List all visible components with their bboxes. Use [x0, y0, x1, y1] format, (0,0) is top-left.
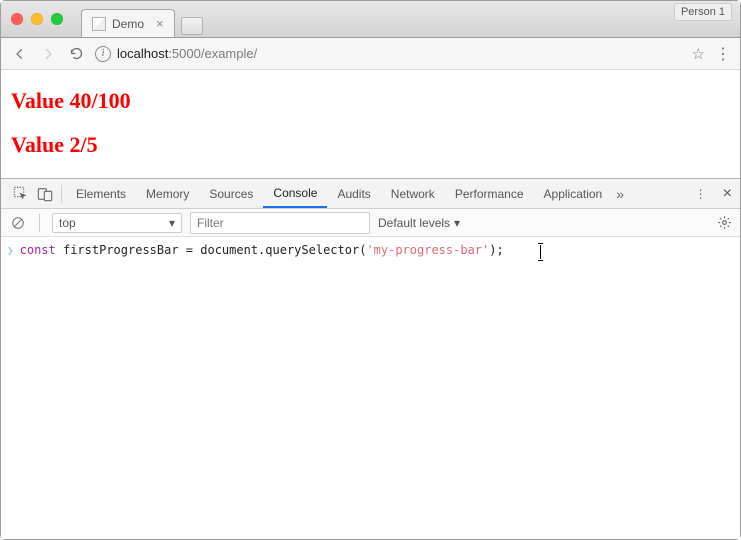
- tab-title: Demo: [112, 17, 144, 31]
- tab-elements[interactable]: Elements: [66, 179, 136, 208]
- maximize-window-button[interactable]: [51, 13, 63, 25]
- tab-memory[interactable]: Memory: [136, 179, 199, 208]
- context-selector[interactable]: top ▾: [52, 213, 182, 233]
- token-equals: =: [186, 243, 200, 257]
- token-variable: firstProgressBar: [56, 243, 186, 257]
- titlebar: Demo × Person 1: [1, 1, 740, 38]
- clear-icon: [11, 216, 25, 230]
- page-icon: [92, 17, 106, 31]
- context-label: top: [59, 216, 76, 230]
- inspect-element-button[interactable]: [9, 182, 33, 206]
- console-code: const firstProgressBar = document.queryS…: [20, 243, 504, 257]
- minimize-window-button[interactable]: [31, 13, 43, 25]
- chevron-down-icon: ▾: [169, 216, 175, 230]
- profile-badge[interactable]: Person 1: [674, 3, 732, 21]
- close-tab-icon[interactable]: ×: [156, 17, 164, 30]
- prompt-caret-icon: ❯: [7, 244, 14, 257]
- inspect-icon: [13, 186, 29, 202]
- reload-icon: [69, 46, 84, 61]
- tab-network[interactable]: Network: [381, 179, 445, 208]
- console-body[interactable]: ❯ const firstProgressBar = document.quer…: [1, 237, 740, 539]
- token-paren-close: );: [489, 243, 503, 257]
- close-window-button[interactable]: [11, 13, 23, 25]
- token-method: querySelector: [265, 243, 359, 257]
- url-host: localhost: [117, 46, 168, 61]
- clear-console-button[interactable]: [9, 214, 27, 232]
- site-info-icon[interactable]: i: [95, 46, 111, 62]
- tab-performance[interactable]: Performance: [445, 179, 534, 208]
- forward-button[interactable]: [39, 45, 57, 63]
- tab-sources[interactable]: Sources: [199, 179, 263, 208]
- token-string: 'my-progress-bar': [366, 243, 489, 257]
- separator: [39, 214, 40, 232]
- devtools-tabbar: Elements Memory Sources Console Audits N…: [1, 179, 740, 209]
- arrow-right-icon: [41, 47, 55, 61]
- tab-strip: Demo ×: [81, 1, 203, 37]
- page-content: Value 40/100 Value 2/5: [1, 70, 740, 178]
- device-toolbar-button[interactable]: [33, 182, 57, 206]
- token-object: document: [200, 243, 258, 257]
- console-toolbar: top ▾ Default levels ▾: [1, 209, 740, 237]
- console-input-line[interactable]: ❯ const firstProgressBar = document.quer…: [7, 241, 734, 259]
- arrow-left-icon: [13, 47, 27, 61]
- browser-menu-button[interactable]: ⋮: [715, 44, 730, 64]
- tab-audits[interactable]: Audits: [327, 179, 380, 208]
- log-levels-selector[interactable]: Default levels ▾: [378, 216, 460, 230]
- address-bar[interactable]: i localhost:5000/example/ ☆: [95, 45, 705, 63]
- chevron-down-icon: ▾: [454, 216, 460, 230]
- value-line-1: Value 40/100: [11, 88, 730, 114]
- tab-application[interactable]: Application: [534, 179, 613, 208]
- devtools-close-button[interactable]: ×: [723, 185, 732, 203]
- text-cursor-icon: [540, 245, 541, 259]
- browser-tab[interactable]: Demo ×: [81, 9, 175, 37]
- new-tab-button[interactable]: [181, 17, 203, 35]
- url-text: localhost:5000/example/: [117, 46, 257, 61]
- device-icon: [37, 186, 53, 202]
- bookmark-star-icon[interactable]: ☆: [692, 45, 705, 63]
- separator: [61, 185, 62, 203]
- gear-icon: [717, 215, 732, 230]
- devtools-panel: Elements Memory Sources Console Audits N…: [1, 178, 740, 539]
- tabs-overflow-button[interactable]: »: [616, 186, 624, 202]
- console-settings-button[interactable]: [717, 215, 732, 230]
- token-keyword: const: [20, 243, 56, 257]
- tab-console[interactable]: Console: [263, 179, 327, 208]
- browser-window: Demo × Person 1 i localhost:5000/example…: [0, 0, 741, 540]
- nav-toolbar: i localhost:5000/example/ ☆ ⋮: [1, 38, 740, 70]
- url-path: /example/: [201, 46, 257, 61]
- url-port: :5000: [168, 46, 201, 61]
- console-filter-input[interactable]: [190, 212, 370, 234]
- window-controls: [1, 13, 63, 25]
- devtools-menu-button[interactable]: ⋮: [689, 182, 713, 206]
- levels-label: Default levels: [378, 216, 450, 230]
- back-button[interactable]: [11, 45, 29, 63]
- reload-button[interactable]: [67, 45, 85, 63]
- value-line-2: Value 2/5: [11, 132, 730, 158]
